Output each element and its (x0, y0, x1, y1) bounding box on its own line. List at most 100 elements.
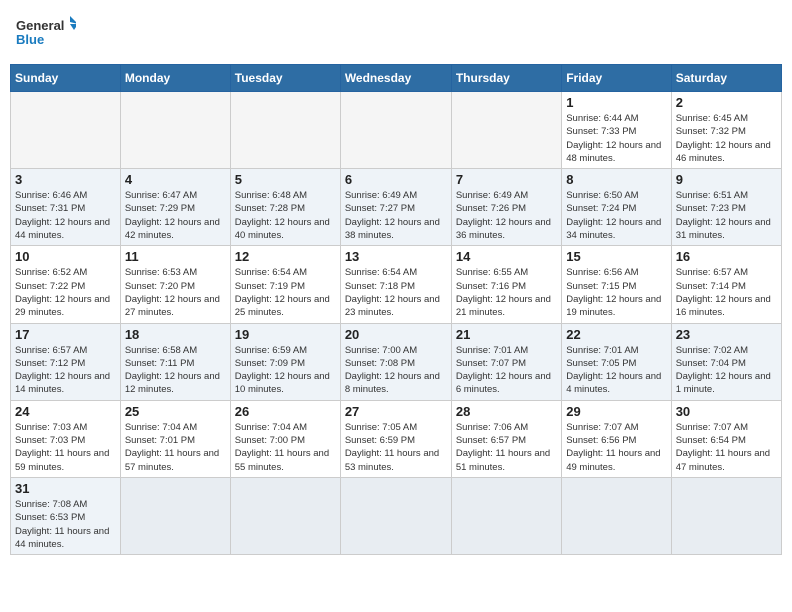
page-header: General Blue (10, 10, 782, 58)
weekday-header-tuesday: Tuesday (230, 65, 340, 92)
day-info: Sunrise: 6:58 AM Sunset: 7:11 PM Dayligh… (125, 344, 226, 397)
weekday-header-sunday: Sunday (11, 65, 121, 92)
calendar-cell: 11Sunrise: 6:53 AM Sunset: 7:20 PM Dayli… (120, 246, 230, 323)
calendar-cell: 3 Sunrise: 6:46 AM Sunset: 7:31 PM Daylig… (11, 169, 121, 246)
day-number: 3 (15, 172, 116, 187)
day-number: 16 (676, 249, 777, 264)
day-number: 12 (235, 249, 336, 264)
day-number: 22 (566, 327, 666, 342)
day-number: 1 (566, 95, 666, 110)
day-number: 21 (456, 327, 557, 342)
day-info: Sunrise: 6:48 AM Sunset: 7:28 PM Dayligh… (235, 189, 336, 242)
day-number: 23 (676, 327, 777, 342)
day-number: 4 (125, 172, 226, 187)
day-number: 14 (456, 249, 557, 264)
day-info: Sunrise: 6:47 AM Sunset: 7:29 PM Dayligh… (125, 189, 226, 242)
day-info: Sunrise: 6:52 AM Sunset: 7:22 PM Dayligh… (15, 266, 116, 319)
day-info: Sunrise: 7:07 AM Sunset: 6:54 PM Dayligh… (676, 421, 777, 474)
weekday-header-saturday: Saturday (671, 65, 781, 92)
day-info: Sunrise: 6:49 AM Sunset: 7:26 PM Dayligh… (456, 189, 557, 242)
calendar-cell: 31Sunrise: 7:08 AM Sunset: 6:53 PM Dayli… (11, 477, 121, 554)
calendar-cell: 30 Sunrise: 7:07 AM Sunset: 6:54 PM Dayli… (671, 400, 781, 477)
calendar-cell (451, 92, 561, 169)
day-number: 10 (15, 249, 116, 264)
day-number: 5 (235, 172, 336, 187)
day-info: Sunrise: 6:44 AM Sunset: 7:33 PM Dayligh… (566, 112, 666, 165)
day-number: 18 (125, 327, 226, 342)
day-info: Sunrise: 7:04 AM Sunset: 7:01 PM Dayligh… (125, 421, 226, 474)
calendar-cell: 28 Sunrise: 7:06 AM Sunset: 6:57 PM Dayli… (451, 400, 561, 477)
day-info: Sunrise: 7:02 AM Sunset: 7:04 PM Dayligh… (676, 344, 777, 397)
day-info: Sunrise: 6:56 AM Sunset: 7:15 PM Dayligh… (566, 266, 666, 319)
calendar-cell: 9Sunrise: 6:51 AM Sunset: 7:23 PM Daylig… (671, 169, 781, 246)
day-number: 25 (125, 404, 226, 419)
day-number: 8 (566, 172, 666, 187)
calendar-cell: 5 Sunrise: 6:48 AM Sunset: 7:28 PM Daylig… (230, 169, 340, 246)
calendar-cell: 6Sunrise: 6:49 AM Sunset: 7:27 PM Daylig… (340, 169, 451, 246)
calendar-cell (340, 477, 451, 554)
svg-text:General: General (16, 18, 64, 33)
day-info: Sunrise: 7:05 AM Sunset: 6:59 PM Dayligh… (345, 421, 447, 474)
day-info: Sunrise: 6:50 AM Sunset: 7:24 PM Dayligh… (566, 189, 666, 242)
day-info: Sunrise: 6:49 AM Sunset: 7:27 PM Dayligh… (345, 189, 447, 242)
calendar-week-1: 1 Sunrise: 6:44 AM Sunset: 7:33 PM Daylig… (11, 92, 782, 169)
day-info: Sunrise: 6:55 AM Sunset: 7:16 PM Dayligh… (456, 266, 557, 319)
weekday-header-wednesday: Wednesday (340, 65, 451, 92)
calendar-cell: 24Sunrise: 7:03 AM Sunset: 7:03 PM Dayli… (11, 400, 121, 477)
calendar-cell: 29Sunrise: 7:07 AM Sunset: 6:56 PM Dayli… (562, 400, 671, 477)
calendar-cell: 2 Sunrise: 6:45 AM Sunset: 7:32 PM Daylig… (671, 92, 781, 169)
calendar-cell: 18 Sunrise: 6:58 AM Sunset: 7:11 PM Dayli… (120, 323, 230, 400)
calendar-cell: 15Sunrise: 6:56 AM Sunset: 7:15 PM Dayli… (562, 246, 671, 323)
calendar-cell (11, 92, 121, 169)
calendar-cell: 1 Sunrise: 6:44 AM Sunset: 7:33 PM Daylig… (562, 92, 671, 169)
day-number: 31 (15, 481, 116, 496)
calendar-cell: 8 Sunrise: 6:50 AM Sunset: 7:24 PM Daylig… (562, 169, 671, 246)
day-info: Sunrise: 7:04 AM Sunset: 7:00 PM Dayligh… (235, 421, 336, 474)
calendar-cell: 23 Sunrise: 7:02 AM Sunset: 7:04 PM Dayli… (671, 323, 781, 400)
calendar-week-3: 10 Sunrise: 6:52 AM Sunset: 7:22 PM Dayli… (11, 246, 782, 323)
svg-text:Blue: Blue (16, 32, 44, 47)
day-number: 9 (676, 172, 777, 187)
calendar-cell (120, 92, 230, 169)
day-number: 20 (345, 327, 447, 342)
day-number: 17 (15, 327, 116, 342)
day-number: 2 (676, 95, 777, 110)
calendar-week-4: 17 Sunrise: 6:57 AM Sunset: 7:12 PM Dayli… (11, 323, 782, 400)
weekday-header-friday: Friday (562, 65, 671, 92)
day-number: 30 (676, 404, 777, 419)
calendar-cell (230, 92, 340, 169)
calendar-cell: 22Sunrise: 7:01 AM Sunset: 7:05 PM Dayli… (562, 323, 671, 400)
day-number: 26 (235, 404, 336, 419)
day-info: Sunrise: 6:54 AM Sunset: 7:18 PM Dayligh… (345, 266, 447, 319)
day-number: 27 (345, 404, 447, 419)
calendar-cell: 26 Sunrise: 7:04 AM Sunset: 7:00 PM Dayli… (230, 400, 340, 477)
calendar-cell: 20 Sunrise: 7:00 AM Sunset: 7:08 PM Dayli… (340, 323, 451, 400)
calendar-cell (562, 477, 671, 554)
calendar-cell: 25 Sunrise: 7:04 AM Sunset: 7:01 PM Dayli… (120, 400, 230, 477)
calendar-cell: 13 Sunrise: 6:54 AM Sunset: 7:18 PM Dayli… (340, 246, 451, 323)
calendar-cell: 21Sunrise: 7:01 AM Sunset: 7:07 PM Dayli… (451, 323, 561, 400)
day-info: Sunrise: 6:57 AM Sunset: 7:14 PM Dayligh… (676, 266, 777, 319)
calendar-week-2: 3 Sunrise: 6:46 AM Sunset: 7:31 PM Daylig… (11, 169, 782, 246)
day-info: Sunrise: 6:54 AM Sunset: 7:19 PM Dayligh… (235, 266, 336, 319)
calendar-cell (451, 477, 561, 554)
day-info: Sunrise: 6:46 AM Sunset: 7:31 PM Dayligh… (15, 189, 116, 242)
day-info: Sunrise: 6:57 AM Sunset: 7:12 PM Dayligh… (15, 344, 116, 397)
day-info: Sunrise: 7:06 AM Sunset: 6:57 PM Dayligh… (456, 421, 557, 474)
calendar-cell: 14 Sunrise: 6:55 AM Sunset: 7:16 PM Dayli… (451, 246, 561, 323)
calendar-cell: 10 Sunrise: 6:52 AM Sunset: 7:22 PM Dayli… (11, 246, 121, 323)
day-number: 28 (456, 404, 557, 419)
day-number: 11 (125, 249, 226, 264)
calendar-cell: 19Sunrise: 6:59 AM Sunset: 7:09 PM Dayli… (230, 323, 340, 400)
day-number: 19 (235, 327, 336, 342)
day-number: 24 (15, 404, 116, 419)
calendar-cell: 27 Sunrise: 7:05 AM Sunset: 6:59 PM Dayli… (340, 400, 451, 477)
weekday-header-monday: Monday (120, 65, 230, 92)
day-number: 29 (566, 404, 666, 419)
calendar-cell (340, 92, 451, 169)
day-info: Sunrise: 7:00 AM Sunset: 7:08 PM Dayligh… (345, 344, 447, 397)
calendar-cell (671, 477, 781, 554)
day-number: 13 (345, 249, 447, 264)
calendar-cell: 17 Sunrise: 6:57 AM Sunset: 7:12 PM Dayli… (11, 323, 121, 400)
day-info: Sunrise: 6:45 AM Sunset: 7:32 PM Dayligh… (676, 112, 777, 165)
